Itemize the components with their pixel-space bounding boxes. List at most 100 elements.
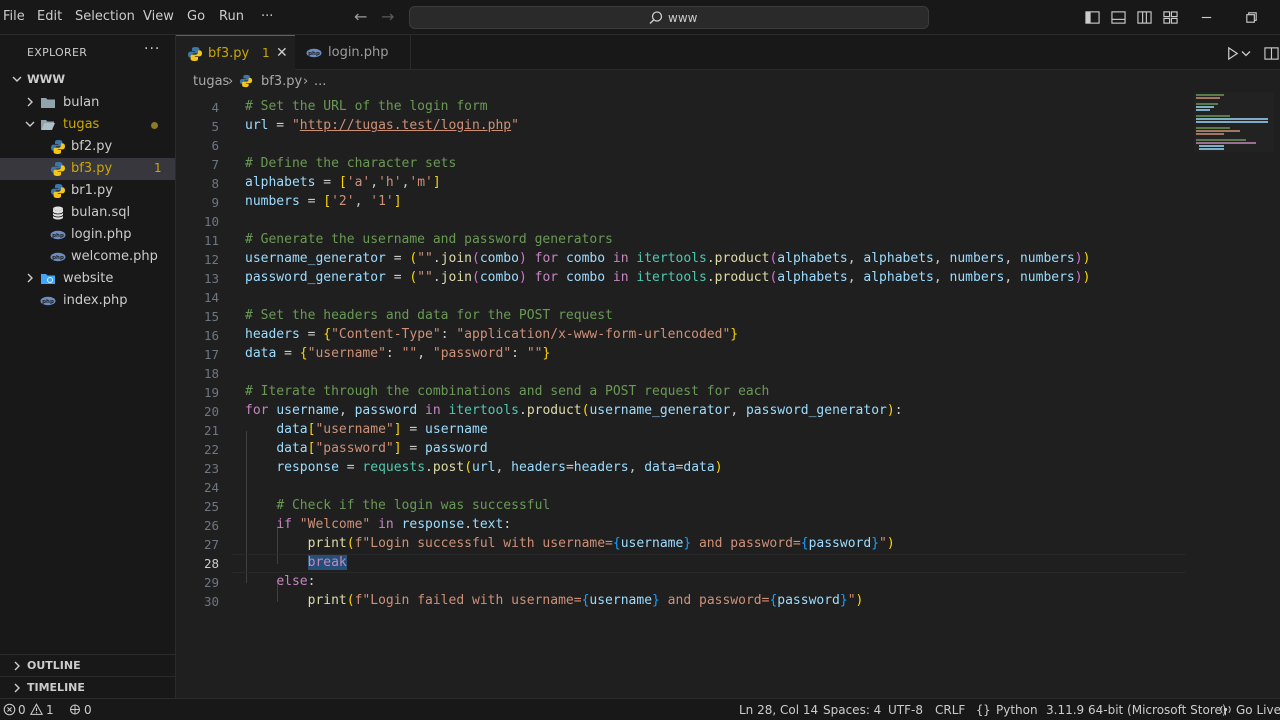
tree-item-label: bf2.py <box>71 139 113 154</box>
search-icon <box>649 11 663 24</box>
restore-window-icon[interactable] <box>1244 10 1259 25</box>
back-arrow-icon[interactable]: ← <box>354 7 367 26</box>
code-line: 27 print(f"Login successful with usernam… <box>203 536 895 552</box>
code-line: 4 # Set the URL of the login form <box>211 99 488 115</box>
forward-arrow-icon[interactable]: → <box>381 7 394 26</box>
close-icon[interactable]: ✕ <box>276 45 288 61</box>
tree-item-br1[interactable]: br1.py <box>0 180 175 202</box>
python-file-icon <box>239 74 253 88</box>
split-editor-icon[interactable] <box>1264 46 1279 61</box>
code-line: 24 <box>203 480 219 495</box>
command-center-search[interactable]: www <box>409 6 929 29</box>
tree-item-login-php[interactable]: php login.php <box>0 224 175 246</box>
chevron-down-icon <box>12 76 22 82</box>
php-file-icon: php <box>50 252 66 262</box>
ports-count[interactable]: 0 <box>84 703 92 717</box>
warning-icon <box>30 703 43 715</box>
code-line: 17 data = {"username": "", "password": ""… <box>203 346 551 362</box>
go-live-button[interactable]: Go Live <box>1236 703 1280 717</box>
encoding[interactable]: UTF-8 <box>888 703 923 717</box>
code-line-current: 28 break <box>176 554 1186 573</box>
tab-bf3[interactable]: bf3.py 1 ✕ <box>176 35 295 70</box>
tab-label: bf3.py <box>208 46 250 61</box>
breadcrumb-symbol[interactable]: ... <box>314 74 326 89</box>
tree-item-tugas[interactable]: tugas <box>0 114 175 136</box>
tab-problem-count: 1 <box>262 46 270 60</box>
minimap[interactable] <box>1194 92 1274 172</box>
indentation[interactable]: Spaces: 4 <box>823 703 881 717</box>
run-icon[interactable] <box>1225 46 1240 61</box>
menu-selection[interactable]: Selection <box>75 9 135 24</box>
tab-label: login.php <box>328 45 389 60</box>
chevron-down-icon[interactable] <box>1240 46 1252 61</box>
tree-item-index-php[interactable]: php index.php <box>0 290 175 312</box>
code-line: 26 if "Welcome" in response.text: <box>203 517 512 533</box>
python-file-icon <box>188 47 202 61</box>
explorer-sidebar: EXPLORER ··· WWW bulan tugas bf2.py bf3.… <box>0 35 176 698</box>
modified-dot-icon <box>151 122 158 129</box>
tree-item-bulan[interactable]: bulan <box>0 92 175 114</box>
python-interpreter[interactable]: 3.11.9 64-bit (Microsoft Store) <box>1046 703 1227 717</box>
code-line: 19 # Iterate through the combinations and… <box>203 384 770 400</box>
code-line: 9 numbers = ['2', '1'] <box>211 194 402 210</box>
code-editor[interactable]: 4 # Set the URL of the login form 5 url = … <box>176 92 1280 698</box>
code-line: 23 response = requests.post(url, headers… <box>203 460 723 476</box>
explorer-more-button[interactable]: ··· <box>144 41 160 57</box>
explorer-title: EXPLORER <box>27 46 88 59</box>
tree-item-label: login.php <box>71 227 132 242</box>
editor-tab-bar: bf3.py 1 ✕ php login.php <box>176 35 1280 70</box>
broadcast-icon <box>1220 705 1231 716</box>
status-bar: 0 1 0 Ln 28, Col 14 Spaces: 4 UTF-8 CRLF… <box>0 698 1280 720</box>
code-line: 12 username_generator = ("".join(combo) f… <box>203 251 1091 267</box>
cursor-position[interactable]: Ln 28, Col 14 <box>739 703 818 717</box>
code-line: 13 password_generator = ("".join(combo) f… <box>203 270 1091 286</box>
chevron-right-icon <box>27 273 33 283</box>
menu-more[interactable]: ··· <box>261 9 273 24</box>
toggle-panel-icon[interactable] <box>1111 10 1126 25</box>
breadcrumb-file[interactable]: bf3.py <box>261 74 302 89</box>
toggle-primary-sidebar-icon[interactable] <box>1085 10 1100 25</box>
chevron-right-icon: › <box>303 74 309 89</box>
tab-login-php[interactable]: php login.php <box>295 35 411 70</box>
toggle-secondary-sidebar-icon[interactable] <box>1137 10 1152 25</box>
tree-item-welcome-php[interactable]: php welcome.php <box>0 246 175 268</box>
php-file-icon: php <box>40 296 56 306</box>
menu-edit[interactable]: Edit <box>37 9 62 24</box>
tree-root-label: WWW <box>27 72 66 86</box>
php-file-icon: php <box>306 48 322 58</box>
warning-count[interactable]: 1 <box>46 703 54 717</box>
end-of-line[interactable]: CRLF <box>935 703 965 717</box>
tree-item-bf3[interactable]: bf3.py 1 <box>0 158 175 180</box>
code-line: 5 url = "http://tugas.test/login.php" <box>211 118 519 134</box>
chevron-right-icon: › <box>228 74 234 89</box>
error-icon <box>3 703 16 716</box>
menu-run[interactable]: Run <box>219 9 244 24</box>
tree-root-www[interactable]: WWW <box>0 69 175 91</box>
timeline-panel-header[interactable]: TIMELINE <box>0 676 176 698</box>
tree-item-label: tugas <box>63 117 100 132</box>
outline-panel-header[interactable]: OUTLINE <box>0 654 176 676</box>
error-count[interactable]: 0 <box>18 703 26 717</box>
tree-item-label: br1.py <box>71 183 113 198</box>
timeline-label: TIMELINE <box>27 681 85 694</box>
tree-item-label: website <box>63 271 114 286</box>
svg-text:php: php <box>52 233 64 239</box>
tree-item-label: bulan.sql <box>71 205 131 220</box>
tree-item-bf2[interactable]: bf2.py <box>0 136 175 158</box>
tree-item-website[interactable]: website <box>0 268 175 290</box>
tree-item-bulan-sql[interactable]: bulan.sql <box>0 202 175 224</box>
menu-view[interactable]: View <box>143 9 174 24</box>
outline-label: OUTLINE <box>27 659 81 672</box>
breadcrumb-folder[interactable]: tugas <box>193 74 229 89</box>
chevron-right-icon <box>27 97 33 107</box>
menu-file[interactable]: File <box>3 9 25 24</box>
language-mode[interactable]: Python <box>996 703 1038 717</box>
title-bar: File Edit Selection View Go Run ··· ← → … <box>0 0 1280 35</box>
customize-layout-icon[interactable] <box>1163 10 1178 25</box>
database-icon <box>52 206 64 220</box>
minimize-icon[interactable] <box>1199 10 1214 25</box>
chevron-right-icon <box>14 683 20 693</box>
chevron-right-icon <box>14 661 20 671</box>
menu-go[interactable]: Go <box>187 9 205 24</box>
ports-icon <box>70 704 80 715</box>
